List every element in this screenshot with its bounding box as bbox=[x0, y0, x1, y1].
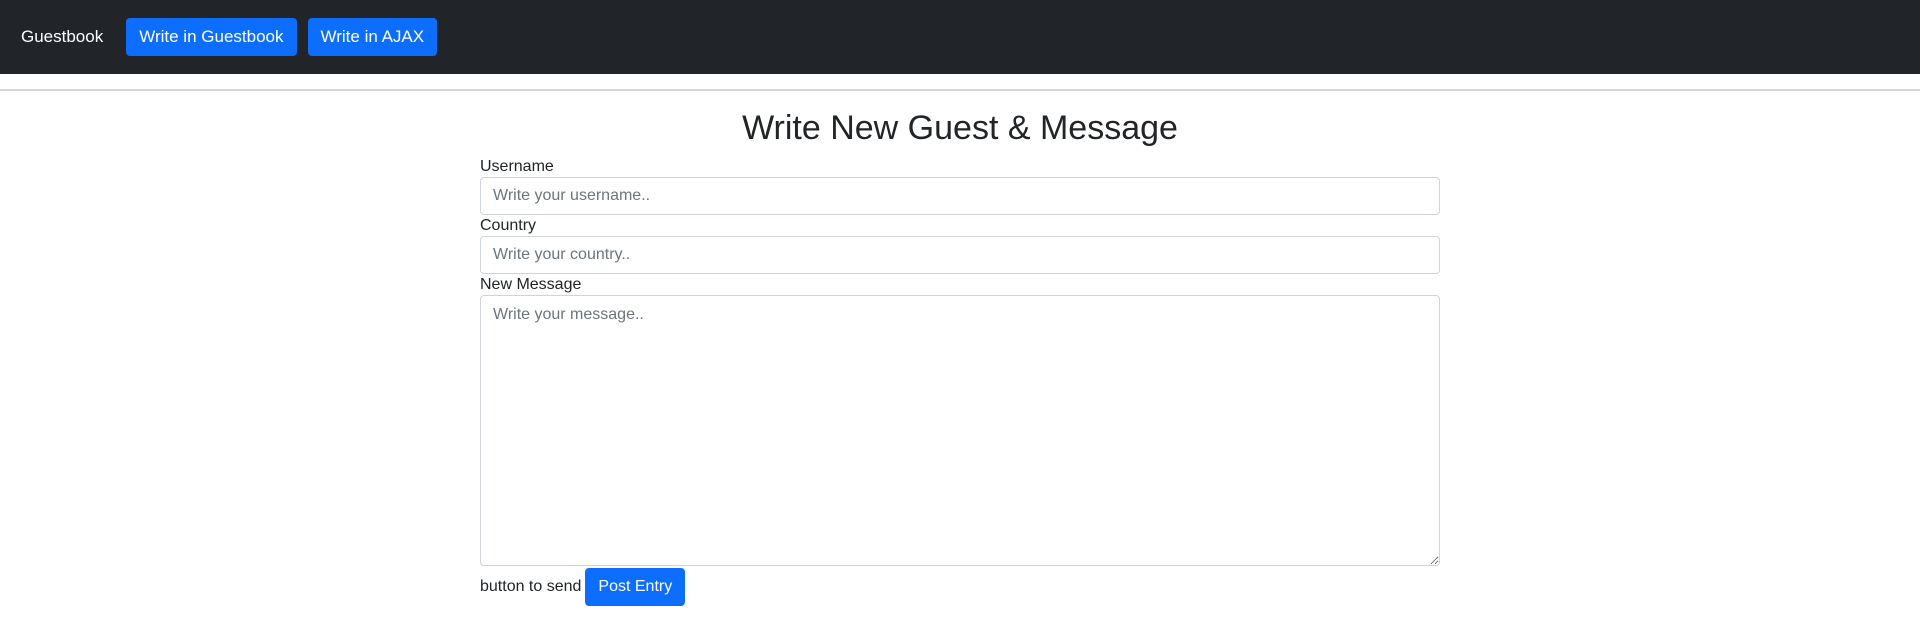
horizontal-divider bbox=[0, 89, 1920, 91]
message-textarea[interactable] bbox=[480, 295, 1440, 566]
message-label: New Message bbox=[480, 276, 582, 293]
country-input[interactable] bbox=[480, 236, 1440, 274]
username-input[interactable] bbox=[480, 177, 1440, 215]
send-hint-text: button to send bbox=[480, 578, 582, 595]
post-entry-button[interactable]: Post Entry bbox=[585, 568, 686, 606]
write-in-guestbook-button[interactable]: Write in Guestbook bbox=[126, 18, 297, 56]
username-label: Username bbox=[480, 158, 554, 175]
country-label: Country bbox=[480, 217, 537, 234]
send-row: button to send Post Entry bbox=[480, 568, 1440, 606]
write-in-ajax-button[interactable]: Write in AJAX bbox=[307, 18, 438, 56]
guestbook-form: Write New Guest & Message Username Count… bbox=[480, 100, 1440, 606]
navbar-brand[interactable]: Guestbook bbox=[21, 27, 103, 47]
page-title: Write New Guest & Message bbox=[742, 109, 1178, 147]
top-navbar: Guestbook Write in Guestbook Write in AJ… bbox=[0, 0, 1920, 74]
